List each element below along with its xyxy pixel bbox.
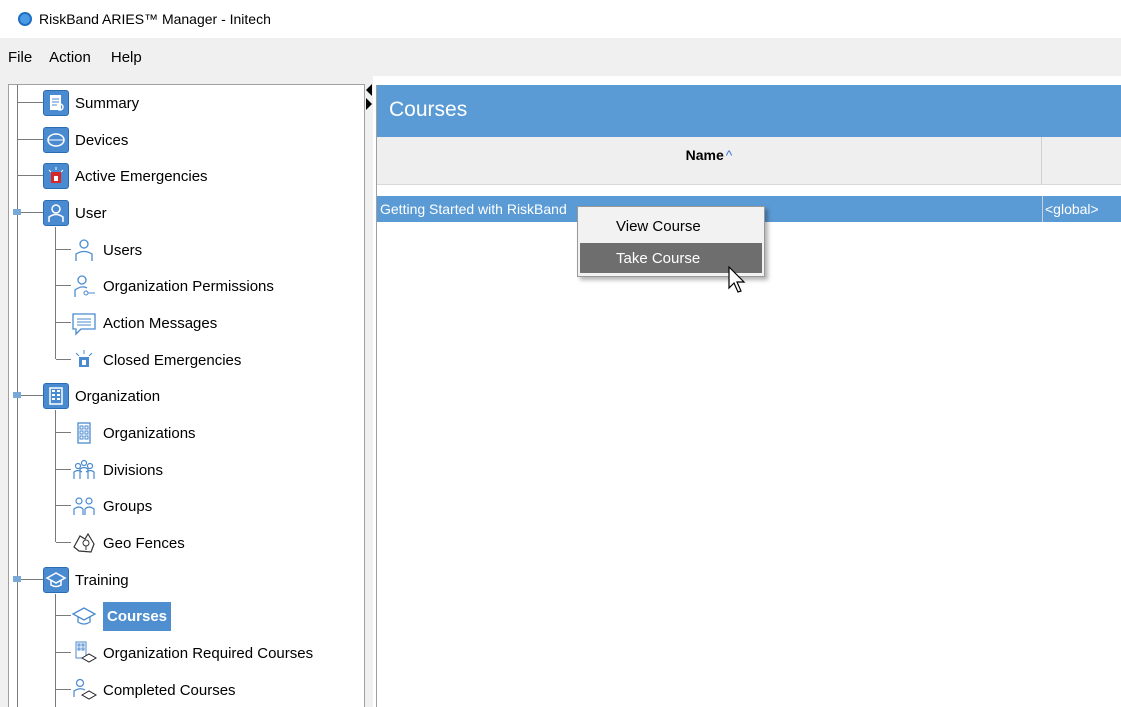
tree-label: Divisions [103, 461, 164, 479]
tree-label: Organization Permissions [103, 277, 274, 295]
tree-item-groups[interactable]: Groups [71, 491, 152, 521]
column-name-label: Name [685, 147, 724, 163]
sort-ascending-icon: ^ [725, 147, 733, 163]
tree-label: Action Messages [103, 314, 218, 332]
tree-item-organizations[interactable]: Organizations [71, 418, 196, 448]
page-title: Courses [389, 98, 468, 121]
title-bar: RiskBand ARIES™ Manager - Initech [0, 0, 1121, 38]
menu-bar: File Action Help [0, 38, 1121, 76]
tree-item-closed-emergencies[interactable]: Closed Emergencies [71, 345, 241, 375]
user-icon [43, 200, 69, 226]
tree-label: Organization [75, 387, 161, 405]
content-header: Courses [377, 85, 1121, 137]
tree-item-organization[interactable]: Organization [43, 381, 160, 411]
message-icon [71, 310, 97, 336]
menu-help[interactable]: Help [111, 49, 142, 66]
building-icon [43, 383, 69, 409]
expand-right-icon[interactable] [366, 98, 372, 110]
users-icon [71, 237, 97, 263]
tree-item-user[interactable]: User [43, 198, 107, 228]
org-course-icon [71, 640, 97, 666]
tree-label: User [75, 204, 107, 222]
tree-label: Completed Courses [103, 681, 236, 699]
column-header-scope[interactable] [1042, 137, 1121, 185]
siren-icon [43, 163, 69, 189]
closed-siren-icon [71, 347, 97, 373]
menu-action[interactable]: Action [49, 49, 91, 66]
course-scope-cell: <global> [1045, 201, 1099, 217]
menu-item-view-course[interactable]: View Course [580, 211, 762, 241]
tree-label: Devices [75, 131, 129, 149]
tree-item-organization-required-courses[interactable]: Organization Required Courses [71, 638, 313, 668]
navigation-tree: Summary Devices Active Emergencies User [8, 84, 365, 707]
completed-course-icon [71, 677, 97, 703]
tree-item-divisions[interactable]: Divisions [71, 455, 163, 485]
organizations-icon [71, 420, 97, 446]
collapse-left-icon[interactable] [366, 84, 372, 96]
tree-label: Geo Fences [103, 534, 185, 552]
tree-label: Closed Emergencies [103, 351, 242, 369]
groups-icon [71, 493, 97, 519]
tree-item-organization-permissions[interactable]: Organization Permissions [71, 271, 274, 301]
window-title: RiskBand ARIES™ Manager - Initech [39, 11, 271, 27]
tree-label: Summary [75, 94, 140, 112]
course-icon [71, 603, 97, 629]
graduation-cap-icon [43, 567, 69, 593]
tree-item-devices[interactable]: Devices [43, 125, 128, 155]
column-header-name[interactable]: Name ^ [377, 137, 1042, 185]
tree-label: Users [103, 241, 143, 259]
tree-label: Courses [103, 601, 172, 631]
panel-splitter[interactable] [365, 76, 373, 707]
menu-file[interactable]: File [8, 49, 32, 66]
summary-icon [43, 90, 69, 116]
tree-item-geo-fences[interactable]: Geo Fences [71, 528, 185, 558]
navigation-frame: Summary Devices Active Emergencies User [0, 76, 372, 707]
devices-icon [43, 127, 69, 153]
tree-label: Organizations [103, 424, 196, 442]
divisions-icon [71, 457, 97, 483]
tree-label: Groups [103, 497, 153, 515]
tree-item-action-messages[interactable]: Action Messages [71, 308, 217, 338]
tree-item-completed-courses[interactable]: Completed Courses [71, 675, 236, 705]
tree-label: Organization Required Courses [103, 644, 314, 662]
tree-item-training[interactable]: Training [43, 565, 129, 595]
tree-item-courses[interactable]: Courses [71, 601, 172, 631]
tree-item-summary[interactable]: Summary [43, 88, 139, 118]
app-icon [18, 12, 32, 26]
column-separator [1042, 196, 1043, 222]
tree-item-active-emergencies[interactable]: Active Emergencies [43, 161, 208, 191]
table-header: Name ^ [377, 137, 1121, 185]
tree-item-users[interactable]: Users [71, 235, 142, 265]
course-name-cell: Getting Started with RiskBand [380, 201, 567, 217]
mouse-cursor-icon [728, 266, 746, 293]
geo-fence-icon [71, 530, 97, 556]
key-user-icon [71, 273, 97, 299]
tree-label: Active Emergencies [75, 167, 208, 185]
main-content: Courses Name ^ Getting Started with Risk… [376, 85, 1121, 707]
tree-label: Training [75, 571, 129, 589]
